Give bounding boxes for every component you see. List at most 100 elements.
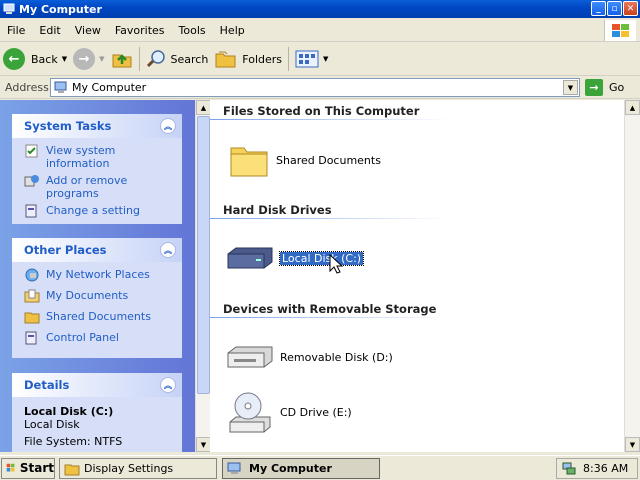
task-add-remove-programs[interactable]: Add or remove programs	[24, 174, 174, 200]
content-area: Files Stored on This Computer Shared Doc…	[210, 100, 624, 452]
forward-dropdown-icon[interactable]: ▼	[99, 55, 104, 63]
group-header-stored: Files Stored on This Computer	[223, 104, 420, 118]
group-header-hdd: Hard Disk Drives	[223, 203, 332, 217]
start-label: Start	[19, 461, 54, 475]
collapse-chevron-icon[interactable]: ︽	[160, 118, 176, 134]
other-places-panel: Other Places ︽ My Network Places My Docu…	[12, 238, 182, 358]
window-title: My Computer	[19, 2, 102, 16]
group-divider	[210, 119, 450, 120]
go-label: Go	[609, 81, 625, 94]
place-control-panel[interactable]: Control Panel	[24, 331, 174, 345]
address-bar: Address My Computer ▼ → Go	[0, 77, 640, 99]
system-tasks-panel: System Tasks ︽ View system information A…	[12, 114, 182, 224]
folders-button[interactable]: Folders	[211, 45, 285, 73]
search-button[interactable]: Search	[143, 45, 212, 73]
shared-folder-icon	[24, 312, 40, 324]
folders-icon	[215, 51, 236, 68]
address-dropdown-icon[interactable]: ▼	[563, 80, 578, 95]
go-arrow-icon: →	[585, 79, 603, 96]
up-folder-button[interactable]	[108, 45, 136, 73]
scroll-thumb[interactable]	[197, 116, 210, 394]
scroll-up-icon[interactable]: ▲	[196, 100, 211, 115]
content-scrollbar[interactable]: ▲ ▼	[624, 100, 640, 452]
cd-drive-item[interactable]: CD Drive (E:)	[226, 388, 352, 436]
back-label: Back	[31, 52, 58, 66]
removable-disk-item[interactable]: Removable Disk (D:)	[226, 343, 393, 371]
cd-drive-icon	[229, 392, 271, 433]
place-my-documents[interactable]: My Documents	[24, 289, 174, 303]
clock[interactable]: 8:36 AM	[583, 462, 628, 475]
shared-folder-icon	[230, 147, 268, 177]
start-button[interactable]: Start	[1, 457, 55, 479]
place-label: My Documents	[46, 289, 129, 302]
group-divider	[210, 218, 450, 219]
search-label: Search	[170, 52, 209, 66]
back-button[interactable]: ← Back ▼	[0, 45, 70, 73]
system-tray: 8:36 AM	[556, 458, 638, 479]
local-disk-label: Local Disk (C:)	[278, 250, 365, 266]
windows-logo-icon	[604, 20, 636, 41]
task-pane-scrollbar[interactable]: ▲ ▼	[195, 100, 211, 452]
taskbar-label: My Computer	[249, 462, 332, 475]
shared-documents-item[interactable]: Shared Documents	[228, 140, 381, 180]
my-computer-icon	[3, 3, 15, 14]
restore-button[interactable]: ▫	[607, 1, 622, 16]
menu-edit[interactable]: Edit	[32, 24, 67, 37]
collapse-chevron-icon[interactable]: ︽	[160, 377, 176, 393]
minimize-button[interactable]: _	[591, 1, 606, 16]
my-computer-icon	[227, 462, 241, 474]
details-panel: Details ︽ Local Disk (C:) Local Disk Fil…	[12, 373, 182, 452]
close-button[interactable]: ✕	[623, 1, 638, 16]
toolbar: ← Back ▼ → ▼ Search Folders ▼	[0, 43, 640, 76]
collapse-chevron-icon[interactable]: ︽	[160, 242, 176, 258]
system-tasks-title: System Tasks	[24, 119, 112, 133]
task-label: Add or remove programs	[46, 174, 128, 200]
details-filesystem: File System: NTFS	[24, 435, 123, 448]
hard-disk-icon	[227, 247, 273, 269]
system-info-icon	[25, 144, 38, 158]
shared-documents-label: Shared Documents	[276, 153, 381, 167]
control-panel-icon	[25, 331, 37, 345]
views-dropdown-icon[interactable]: ▼	[323, 55, 328, 63]
menu-file[interactable]: File	[0, 24, 32, 37]
menu-tools[interactable]: Tools	[172, 24, 213, 37]
task-label: Change a setting	[46, 204, 140, 217]
forward-arrow-icon: →	[73, 48, 96, 70]
place-shared-documents[interactable]: Shared Documents	[24, 310, 174, 324]
views-icon	[295, 50, 319, 68]
other-places-header[interactable]: Other Places ︽	[12, 238, 182, 262]
network-tray-icon[interactable]	[561, 461, 577, 477]
scroll-up-icon[interactable]: ▲	[625, 100, 640, 115]
task-view-system-info[interactable]: View system information	[24, 144, 174, 170]
system-tasks-header[interactable]: System Tasks ︽	[12, 114, 182, 138]
place-my-network-places[interactable]: My Network Places	[24, 268, 174, 282]
address-input[interactable]: My Computer ▼	[50, 78, 580, 97]
taskbar-display-settings[interactable]: Display Settings	[59, 458, 217, 479]
place-label: Control Panel	[46, 331, 119, 344]
menu-bar: File Edit View Favorites Tools Help	[0, 19, 640, 42]
go-button[interactable]: → Go	[585, 79, 624, 96]
menu-view[interactable]: View	[68, 24, 108, 37]
scroll-down-icon[interactable]: ▼	[196, 437, 211, 452]
taskbar-label: Display Settings	[84, 462, 174, 475]
removable-disk-label: Removable Disk (D:)	[280, 350, 393, 364]
menu-help[interactable]: Help	[213, 24, 252, 37]
other-places-title: Other Places	[24, 243, 107, 257]
address-value: My Computer	[72, 81, 147, 94]
taskbar-my-computer[interactable]: My Computer	[222, 458, 380, 479]
control-panel-icon	[25, 204, 37, 218]
views-button[interactable]: ▼	[292, 45, 331, 73]
menu-favorites[interactable]: Favorites	[108, 24, 172, 37]
details-name: Local Disk (C:)	[24, 405, 114, 418]
up-folder-icon	[112, 54, 131, 68]
details-title: Details	[24, 378, 70, 392]
taskbar: Start Display Settings My Computer 8:36 …	[0, 455, 640, 480]
back-arrow-icon: ←	[3, 48, 25, 70]
title-bar: My Computer _ ▫ ✕	[0, 0, 640, 18]
details-header[interactable]: Details ︽	[12, 373, 182, 397]
back-dropdown-icon[interactable]: ▼	[62, 55, 67, 63]
task-change-setting[interactable]: Change a setting	[24, 204, 174, 218]
forward-button[interactable]: → ▼	[70, 45, 107, 73]
scroll-down-icon[interactable]: ▼	[625, 437, 640, 452]
my-computer-icon	[54, 81, 67, 93]
